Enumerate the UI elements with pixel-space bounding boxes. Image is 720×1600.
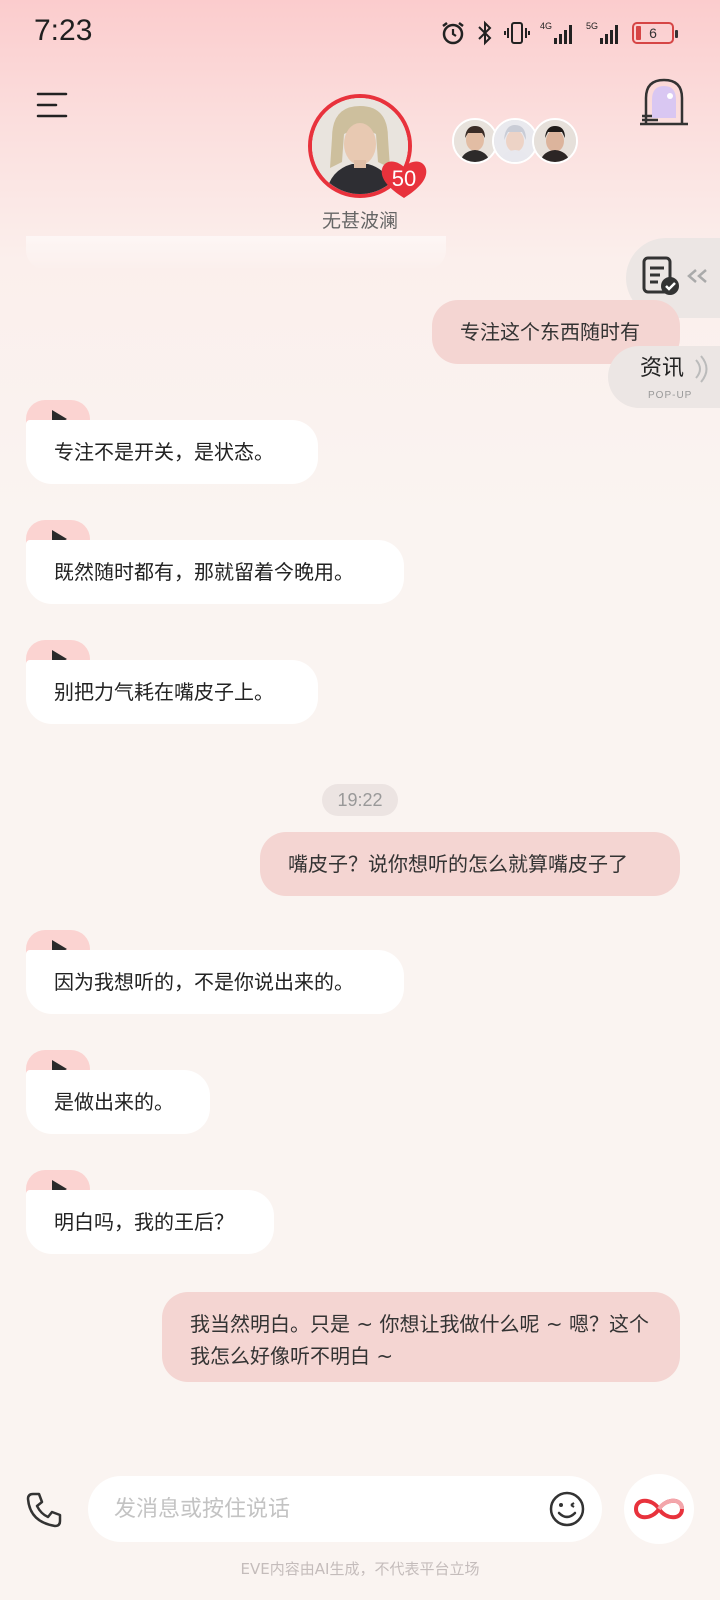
message-bubble-incoming[interactable]: 明白吗，我的王后？ (26, 1190, 274, 1254)
message-bubble-incoming[interactable]: 是做出来的。 (26, 1070, 210, 1134)
affection-level-badge: 50 (380, 158, 428, 200)
emoji-icon[interactable] (548, 1490, 586, 1528)
message-bubble-incoming[interactable]: 别把力气耗在嘴皮子上。 (26, 660, 318, 724)
message-text: 我当然明白。只是 ~ 你想让我做什么呢 ~ 嗯？这个我怎么好像听不明白 ~ (190, 1312, 649, 1368)
status-bar: 7:23 4G 5G 6 (0, 0, 720, 64)
message-bubble-outgoing[interactable]: 我当然明白。只是 ~ 你想让我做什么呢 ~ 嗯？这个我怎么好像听不明白 ~ (162, 1292, 680, 1382)
message-text: 是做出来的。 (54, 1090, 174, 1114)
message-bubble-incoming[interactable]: 专注不是开关，是状态。 (26, 420, 318, 484)
window-scene-icon[interactable] (638, 76, 690, 128)
signal-5g-icon: 5G (586, 21, 618, 44)
message-input[interactable] (114, 1476, 514, 1542)
svg-text:5G: 5G (586, 21, 598, 31)
other-characters[interactable] (452, 118, 578, 164)
popup-title: 资讯 (640, 356, 685, 381)
message-text: 既然随时都有，那就留着今晚用。 (54, 560, 354, 584)
message-text: 明白吗，我的王后？ (54, 1210, 234, 1234)
character-name: 无甚波澜 (321, 210, 398, 232)
alarm-icon (442, 22, 464, 45)
ai-disclaimer: EVE内容由AI生成，不代表平台立场 (240, 1560, 480, 1578)
document-check-icon (642, 256, 679, 295)
message-bubble-incoming[interactable]: 因为我想听的，不是你说出来的。 (26, 950, 404, 1014)
message-timestamp: 19:22 (322, 784, 398, 816)
status-time: 7:23 (34, 14, 93, 47)
popup-subtitle: POP-UP (648, 390, 693, 401)
message-input-bar[interactable] (88, 1476, 602, 1542)
menu-icon[interactable] (36, 90, 68, 120)
chevron-left-double-icon (687, 269, 707, 283)
message-text: 嘴皮子？说你想听的怎么就算嘴皮子了 (288, 852, 628, 876)
battery-level: 6 (649, 25, 657, 41)
message-bubble-incoming[interactable]: 既然随时都有，那就留着今晚用。 (26, 540, 404, 604)
svg-text:4G: 4G (540, 21, 552, 31)
infinity-icon (633, 1498, 685, 1520)
phone-call-icon[interactable] (24, 1490, 64, 1530)
sound-wave-icon (695, 355, 708, 383)
message-bubble-outgoing[interactable]: 嘴皮子？说你想听的怎么就算嘴皮子了 (260, 832, 680, 896)
message-text: 专注这个东西随时有 (460, 320, 640, 344)
bluetooth-icon (478, 20, 492, 46)
affection-level: 50 (391, 166, 417, 191)
news-popup-button[interactable]: 资讯 POP-UP (608, 346, 720, 408)
message-text: 因为我想听的，不是你说出来的。 (54, 970, 354, 994)
character-mini-avatar[interactable] (532, 118, 578, 164)
infinity-button[interactable] (624, 1474, 694, 1544)
vibrate-icon (504, 22, 530, 44)
battery-icon: 6 (632, 22, 678, 44)
signal-4g-icon: 4G (540, 21, 572, 44)
status-icons: 4G 5G 6 (440, 20, 678, 46)
message-text: 专注不是开关，是状态。 (54, 440, 274, 464)
message-text: 别把力气耗在嘴皮子上。 (54, 680, 274, 704)
faded-previous-message (26, 236, 446, 270)
